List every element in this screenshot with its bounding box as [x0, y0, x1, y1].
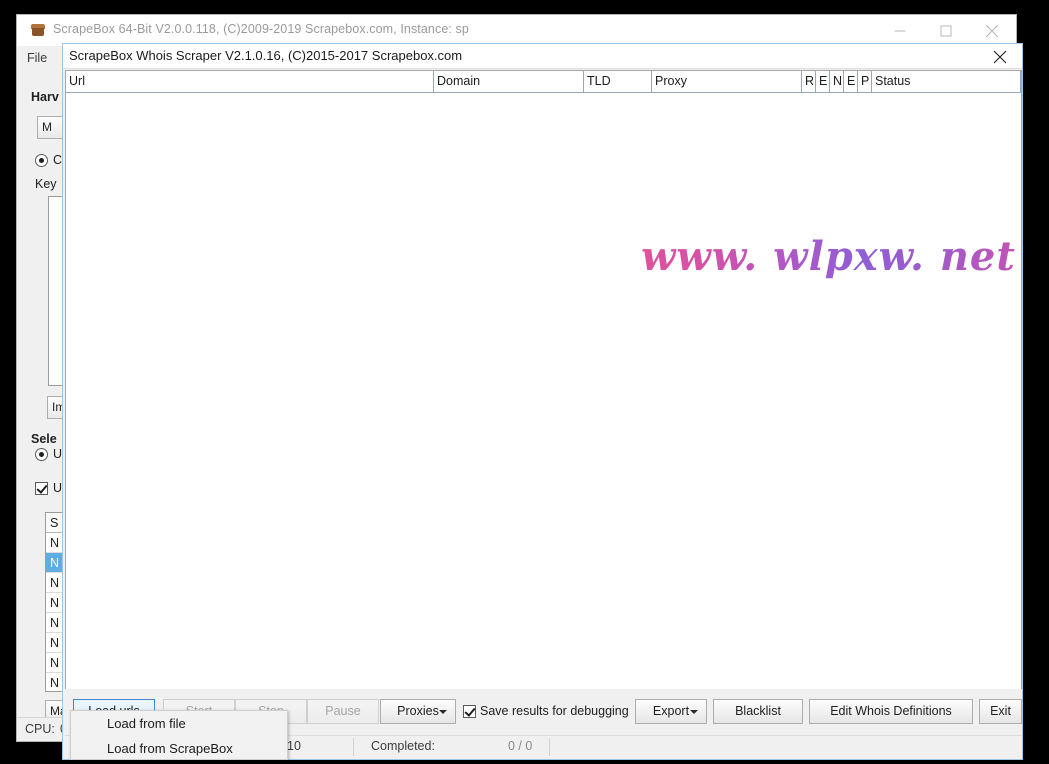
select-engines-radio[interactable] [35, 448, 48, 461]
select-engines-checkbox-label: U [53, 481, 63, 495]
harvester-section-label: Harv [31, 90, 59, 104]
whois-title-bar: ScrapeBox Whois Scraper V2.1.0.16, (C)20… [63, 44, 1022, 69]
select-engines-section-label: Sele [31, 432, 57, 446]
grid-column-header[interactable]: Proxy [652, 71, 802, 93]
maximize-icon[interactable] [923, 15, 969, 46]
whois-window-title: ScrapeBox Whois Scraper V2.1.0.16, (C)20… [69, 48, 463, 63]
minimize-icon[interactable] [877, 15, 923, 46]
exit-button[interactable]: Exit [979, 699, 1022, 724]
chevron-down-icon [690, 710, 698, 714]
completed-label: Completed: [371, 739, 435, 753]
proxies-label: Proxies [397, 704, 439, 718]
save-results-label: Save results for debugging [480, 704, 629, 718]
scrapebox-box-icon [31, 23, 45, 37]
results-grid-body[interactable]: www. wlpxw. net [66, 93, 1021, 711]
available-value: 10 [287, 739, 301, 753]
grid-column-header[interactable]: Status [872, 71, 1021, 93]
pause-button[interactable]: Pause [307, 699, 379, 724]
close-icon[interactable] [969, 15, 1015, 46]
grid-column-header[interactable]: R [802, 71, 816, 93]
main-window-title: ScrapeBox 64-Bit V2.0.0.118, (C)2009-201… [53, 22, 469, 36]
grid-column-header[interactable]: Url [66, 71, 434, 93]
load-urls-dropdown-menu: Load from file Load from ScrapeBox [70, 710, 288, 760]
harvester-mode-radio[interactable] [35, 154, 48, 167]
menu-item-load-from-file[interactable]: Load from file [71, 711, 287, 736]
save-results-checkbox-group[interactable]: Save results for debugging [463, 689, 633, 733]
edit-whois-definitions-button[interactable]: Edit Whois Definitions [809, 699, 973, 724]
main-status-cpu-label: CPU: [25, 722, 55, 736]
grid-column-header[interactable]: P [858, 71, 872, 93]
results-grid-header: Url Domain TLD Proxy R E N E P Status [66, 71, 1021, 93]
close-icon[interactable] [978, 44, 1022, 69]
grid-column-header[interactable]: N [830, 71, 844, 93]
grid-column-header[interactable]: E [844, 71, 858, 93]
save-results-checkbox[interactable] [463, 705, 476, 718]
export-label: Export [652, 704, 690, 718]
menu-item-file[interactable]: File [27, 51, 47, 65]
chevron-down-icon [439, 710, 447, 714]
site-watermark: www. wlpxw. net [641, 233, 1016, 280]
grid-column-header[interactable]: Domain [434, 71, 584, 93]
harvester-mode-radio-label: C [53, 153, 63, 167]
grid-column-header[interactable]: E [816, 71, 830, 93]
menu-item-load-from-file-label: Load from file [107, 716, 186, 731]
results-grid[interactable]: Url Domain TLD Proxy R E N E P Status www. wlpxw.… [65, 70, 1022, 712]
screen-root: ScrapeBox 64-Bit V2.0.0.118, (C)2009-201… [0, 0, 1049, 764]
menu-item-load-from-scrapebox[interactable]: Load from ScrapeBox [71, 736, 287, 761]
keywords-label: Key [35, 177, 57, 191]
grid-column-header[interactable]: TLD [584, 71, 652, 93]
proxies-button[interactable]: Proxies [380, 699, 456, 724]
completed-value: 0 / 0 [508, 739, 533, 753]
menu-item-load-from-scrapebox-label: Load from ScrapeBox [107, 741, 233, 756]
select-engines-checkbox[interactable] [35, 482, 48, 495]
blacklist-button[interactable]: Blacklist [713, 699, 803, 724]
whois-scraper-window: ScrapeBox Whois Scraper V2.1.0.16, (C)20… [62, 43, 1023, 760]
select-engines-radio-label: U [53, 447, 63, 461]
export-button[interactable]: Export [635, 699, 707, 724]
